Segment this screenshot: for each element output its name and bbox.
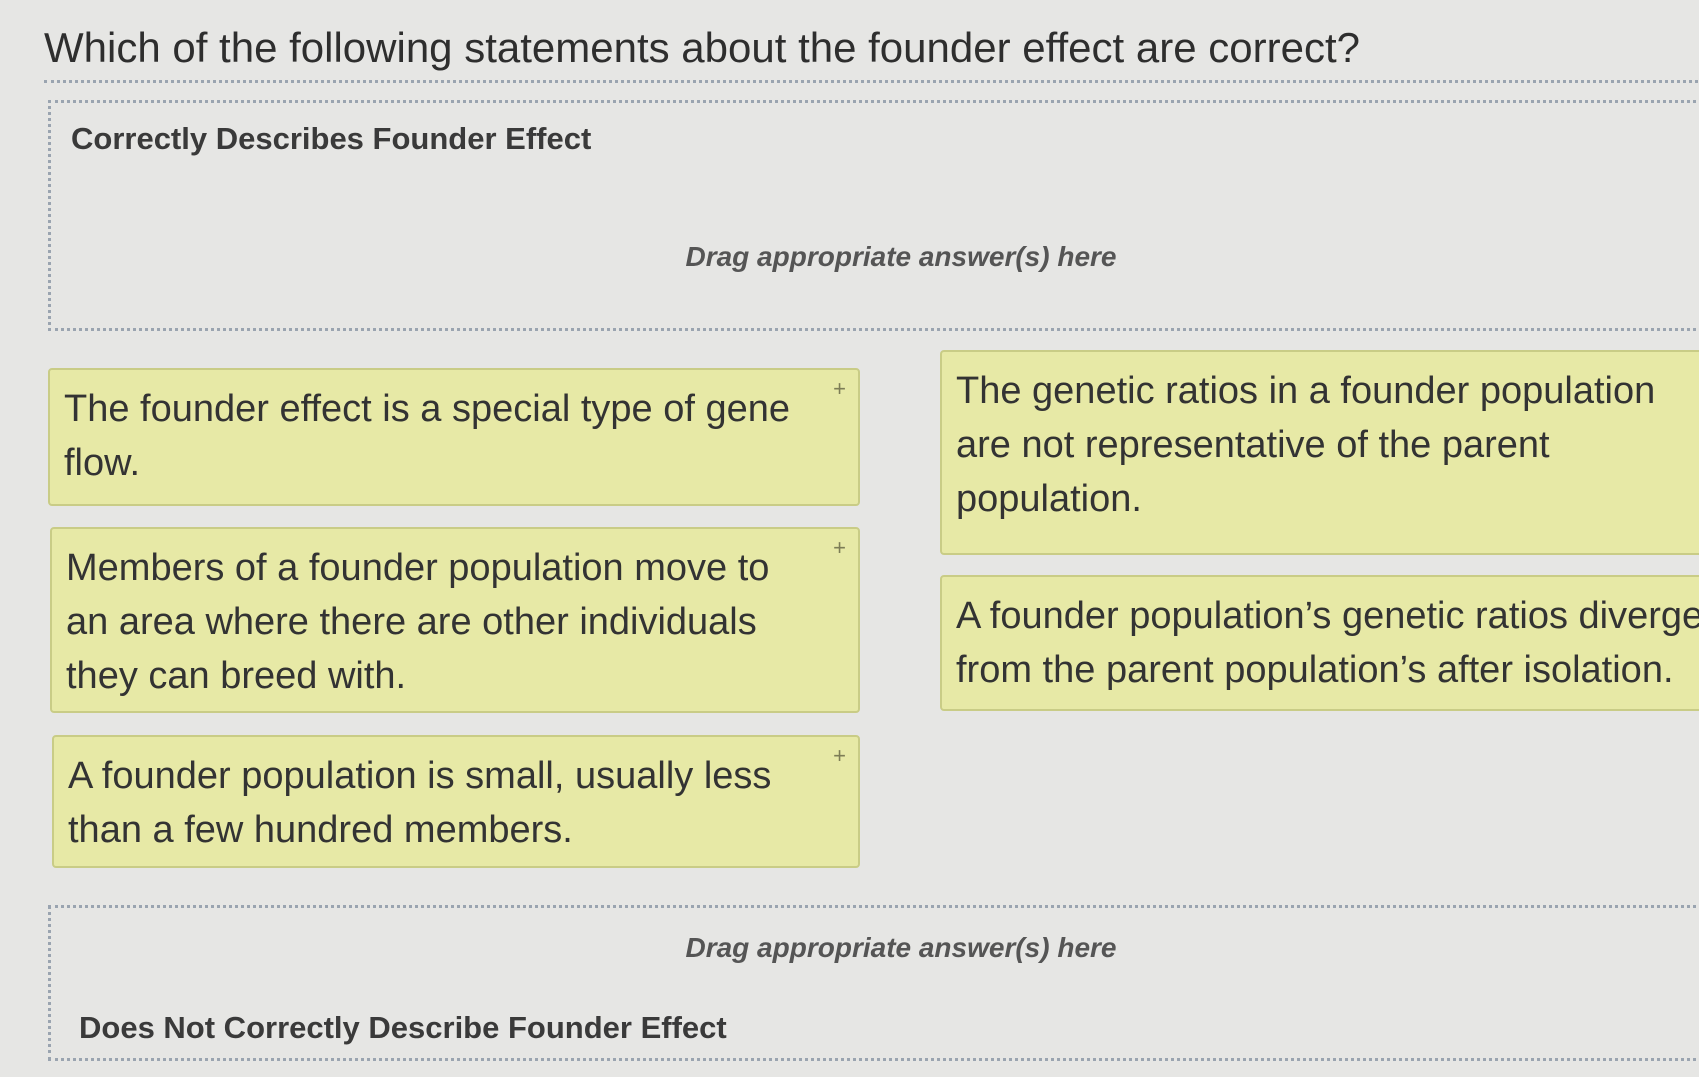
answer-card[interactable]: + Members of a founder population move t… — [50, 527, 860, 713]
move-handle-icon[interactable]: + — [833, 745, 846, 767]
drop-zone-incorrect-title: Does Not Correctly Describe Founder Effe… — [79, 1010, 727, 1045]
answer-card-text: A founder population’s genetic ratios di… — [956, 595, 1699, 691]
drop-zone-correct[interactable]: Correctly Describes Founder Effect Drag … — [48, 100, 1699, 331]
answer-card-text: The founder effect is a special type of … — [64, 388, 790, 484]
drop-zone-correct-title: Correctly Describes Founder Effect — [71, 121, 592, 156]
answer-card[interactable]: + A founder population is small, usually… — [52, 735, 860, 868]
drop-zone-incorrect-hint: Drag appropriate answer(s) here — [685, 932, 1117, 963]
answer-card-text: Members of a founder population move to … — [66, 547, 770, 697]
answer-card[interactable]: + The founder effect is a special type o… — [48, 368, 860, 506]
answer-card[interactable]: The genetic ratios in a founder populati… — [940, 350, 1699, 555]
move-handle-icon[interactable]: + — [833, 537, 846, 559]
question-divider — [44, 80, 1699, 83]
drop-zone-incorrect[interactable]: Drag appropriate answer(s) here Does Not… — [48, 905, 1699, 1061]
answer-card[interactable]: A founder population’s genetic ratios di… — [940, 575, 1699, 711]
answer-card-text: The genetic ratios in a founder populati… — [956, 370, 1656, 520]
answer-card-text: A founder population is small, usually l… — [68, 755, 772, 851]
question-text: Which of the following statements about … — [44, 24, 1360, 71]
move-handle-icon[interactable]: + — [833, 378, 846, 400]
drop-zone-correct-hint: Drag appropriate answer(s) here — [685, 241, 1117, 272]
